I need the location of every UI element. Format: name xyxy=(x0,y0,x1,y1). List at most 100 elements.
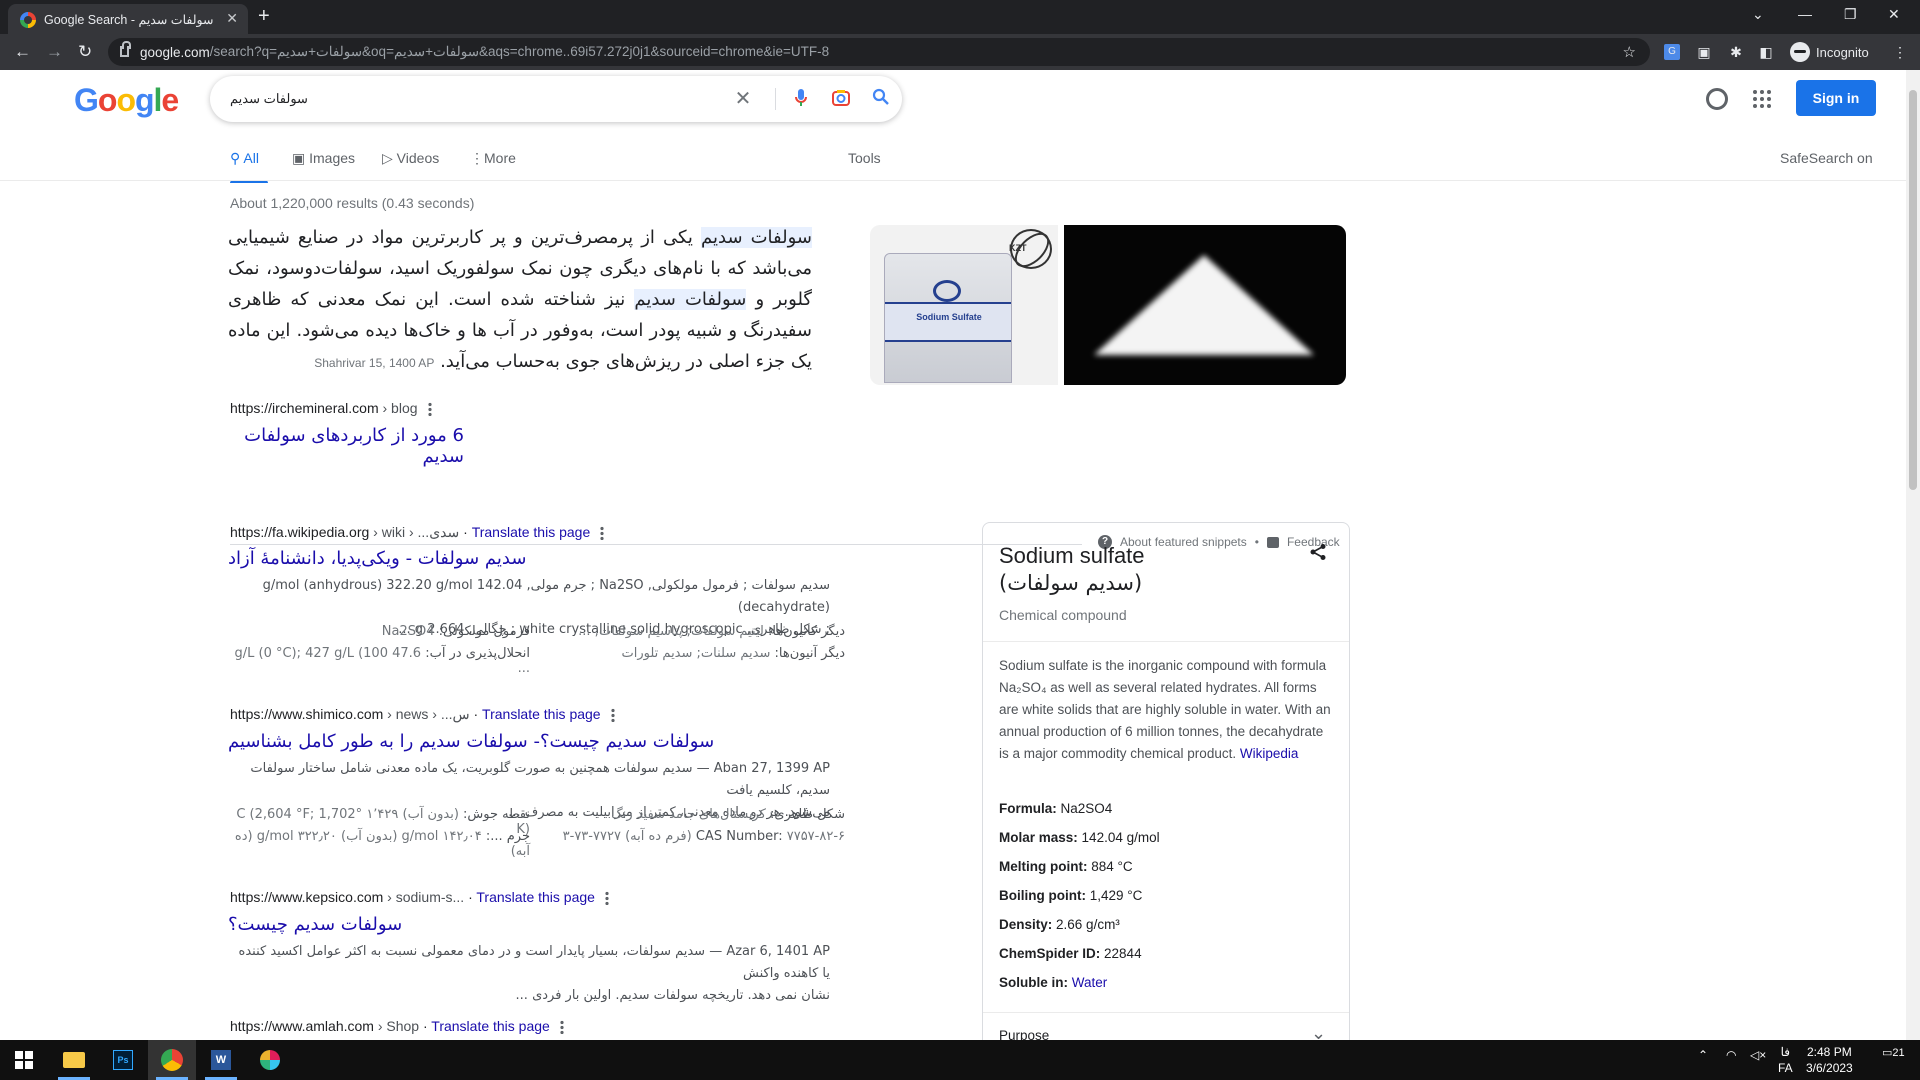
result-url[interactable]: https://www.shimico.com › news › ...س · … xyxy=(230,706,615,723)
result-snippet: Azar 6, 1401 AP — سدیم سولفات، بسیار پای… xyxy=(238,944,830,1003)
result-url[interactable]: https://www.kepsico.com › sodium-s... · … xyxy=(230,889,609,906)
reload-icon[interactable]: ↻ xyxy=(78,42,92,62)
lock-icon xyxy=(120,41,131,57)
search-box[interactable]: سولفات سدیم ✕ xyxy=(210,76,902,122)
voice-search-icon[interactable] xyxy=(790,88,812,110)
address-bar[interactable]: google.com/search?q=سولفات+سدیم&oq=سولفا… xyxy=(108,38,1650,66)
tray-chevron-icon[interactable]: ⌃ xyxy=(1698,1048,1708,1062)
featured-source-url[interactable]: https://irchemineral.com › blog xyxy=(230,400,432,417)
result-url[interactable]: https://www.amlah.com › Shop · Translate… xyxy=(230,1018,564,1035)
snippet-image-powder[interactable] xyxy=(1064,225,1346,385)
file-explorer-taskbar-icon[interactable] xyxy=(50,1040,98,1080)
search-input[interactable]: سولفات سدیم xyxy=(230,91,308,107)
google-logo[interactable]: Google xyxy=(74,82,179,119)
translate-extension-icon[interactable]: G xyxy=(1664,44,1680,60)
tab-videos[interactable]: ▷ Videos xyxy=(382,150,439,167)
volume-icon[interactable]: ◁× xyxy=(1750,1048,1766,1062)
search-small-icon: ⚲ xyxy=(230,150,241,166)
result-attribute: جرم ...: ۱۴۲٫۰۴ g/mol (بدون آب) ۳۲۲٫۲۰ g… xyxy=(234,829,530,859)
kp-fact: Melting point: 884 °C xyxy=(999,859,1133,874)
snippet-highlight: سولفات سدیم xyxy=(634,289,747,310)
system-clock[interactable]: 2:48 PM 3/6/2023 xyxy=(1806,1044,1853,1076)
tab-close-icon[interactable]: ✕ xyxy=(226,10,238,27)
kp-fact: ChemSpider ID: 22844 xyxy=(999,946,1142,961)
start-button[interactable] xyxy=(0,1040,48,1080)
wikipedia-link[interactable]: Wikipedia xyxy=(1240,746,1299,761)
settings-gear-icon[interactable] xyxy=(1706,88,1728,110)
clock-time: 2:48 PM xyxy=(1807,1045,1852,1059)
page-scrollbar[interactable] xyxy=(1906,70,1920,1040)
window-close-icon[interactable]: ✕ xyxy=(1888,6,1900,23)
translate-link[interactable]: Translate this page xyxy=(476,889,595,905)
result-title[interactable]: سدیم سولفات - ویکی‌پدیا، دانشنامهٔ آزاد xyxy=(228,548,748,569)
result-attribute: دیگر کاتیون‌ها: لیتیم سولفات; پتاسیم سول… xyxy=(578,624,845,639)
knowledge-panel: Sodium sulfate (سدیم سولفات) Chemical co… xyxy=(982,522,1350,1040)
browser-tab-strip: Google Search - سولفات سدیم ✕ + ⌄ — ❐ ✕ xyxy=(0,0,1920,34)
chrome-menu-icon[interactable]: ⋮ xyxy=(1892,44,1908,60)
more-options-icon[interactable] xyxy=(427,402,432,417)
kp-purpose-toggle[interactable]: Purpose xyxy=(999,1028,1049,1040)
clear-search-icon[interactable]: ✕ xyxy=(732,88,754,110)
browser-toolbar: ← → ↻ google.com/search?q=سولفات+سدیم&oq… xyxy=(0,34,1920,70)
photoshop-taskbar-icon[interactable]: Ps xyxy=(99,1040,147,1080)
result-attribute: CAS Number: ۷۷۵۷-۸۲-۶ (فرم ده آبه) ۷۷۲۷-… xyxy=(562,829,845,844)
lens-search-icon[interactable] xyxy=(830,88,852,110)
sign-in-button[interactable]: Sign in xyxy=(1796,80,1876,116)
snippet-image-bag[interactable]: Sodium Sulfate KZT xyxy=(870,225,1058,385)
kp-fact: Boiling point: 1,429 °C xyxy=(999,888,1143,903)
incognito-label: Incognito xyxy=(1816,44,1869,60)
minimize-icon[interactable]: — xyxy=(1798,6,1812,22)
white-powder-image xyxy=(1094,255,1314,355)
clock-date: 3/6/2023 xyxy=(1806,1061,1853,1075)
network-icon[interactable]: ◠ xyxy=(1726,1048,1736,1062)
forward-icon[interactable]: → xyxy=(46,42,63,62)
result-title[interactable]: سولفات سدیم چیست؟- سولفات سدیم را به طور… xyxy=(228,731,828,752)
more-options-icon[interactable] xyxy=(604,891,609,906)
chevron-down-icon[interactable]: ⌄ xyxy=(1311,1023,1326,1040)
more-options-icon[interactable] xyxy=(610,708,615,723)
back-icon[interactable]: ← xyxy=(14,42,31,62)
browser-tab[interactable]: Google Search - سولفات سدیم ✕ xyxy=(8,4,248,34)
tab-search-icon[interactable]: ⌄ xyxy=(1752,6,1764,23)
more-options-icon[interactable] xyxy=(600,526,605,541)
google-favicon-icon xyxy=(20,12,36,28)
search-submit-icon[interactable] xyxy=(870,88,892,110)
word-taskbar-icon[interactable]: W xyxy=(197,1040,245,1080)
kp-fact: Density: 2.66 g/cm³ xyxy=(999,917,1120,932)
maximize-icon[interactable]: ❐ xyxy=(1844,6,1857,23)
side-panel-icon[interactable]: ◧ xyxy=(1758,44,1774,60)
safesearch-button[interactable]: SafeSearch on xyxy=(1780,150,1873,166)
extension-icon[interactable]: ▣ xyxy=(1696,44,1712,60)
share-icon[interactable] xyxy=(1309,543,1327,561)
featured-result-title[interactable]: 6 مورد از کاربردهای سولفات سدیم xyxy=(228,425,464,467)
water-link[interactable]: Water xyxy=(1072,975,1108,990)
more-vert-icon: ⋮ xyxy=(470,150,484,166)
translate-link[interactable]: Translate this page xyxy=(431,1018,550,1034)
more-options-icon[interactable] xyxy=(559,1020,564,1035)
tab-images[interactable]: ▣ Images xyxy=(292,150,355,167)
result-title[interactable]: سولفات سدیم چیست؟ xyxy=(228,914,828,935)
puzzle-extensions-icon[interactable]: ✱ xyxy=(1728,44,1744,60)
tab-all[interactable]: ⚲ All xyxy=(230,150,259,167)
app-taskbar-icon[interactable] xyxy=(246,1040,294,1080)
google-apps-icon[interactable] xyxy=(1753,90,1771,108)
tools-button[interactable]: Tools xyxy=(848,150,881,166)
bookmark-star-icon[interactable]: ☆ xyxy=(1623,43,1636,61)
translate-link[interactable]: Translate this page xyxy=(482,706,601,722)
kp-fact: Molar mass: 142.04 g/mol xyxy=(999,830,1160,845)
new-tab-icon[interactable]: + xyxy=(258,6,270,26)
result-attribute: انحلال‌پذیری در آب: 47.6 g/L (0 °C); 427… xyxy=(234,646,530,676)
result-attribute: فرمول مولکولی: Na2SO4 xyxy=(381,624,530,639)
video-icon: ▷ xyxy=(382,150,393,166)
translate-link[interactable]: Translate this page xyxy=(472,524,591,540)
scrollbar-thumb[interactable] xyxy=(1909,90,1917,490)
tab-more[interactable]: ⋮More xyxy=(470,150,516,167)
notification-icon[interactable]: ▭21 xyxy=(1882,1046,1905,1059)
kp-fact: Soluble in: Water xyxy=(999,975,1108,990)
incognito-indicator[interactable]: Incognito xyxy=(1790,40,1869,64)
result-url[interactable]: https://fa.wikipedia.org › wiki › ...سدی… xyxy=(230,524,605,541)
kp-title: Sodium sulfate xyxy=(999,543,1145,568)
language-indicator[interactable]: فا FA xyxy=(1778,1044,1793,1076)
snippet-highlight: سولفات سدیم xyxy=(701,227,812,248)
chrome-taskbar-icon[interactable] xyxy=(148,1040,196,1080)
